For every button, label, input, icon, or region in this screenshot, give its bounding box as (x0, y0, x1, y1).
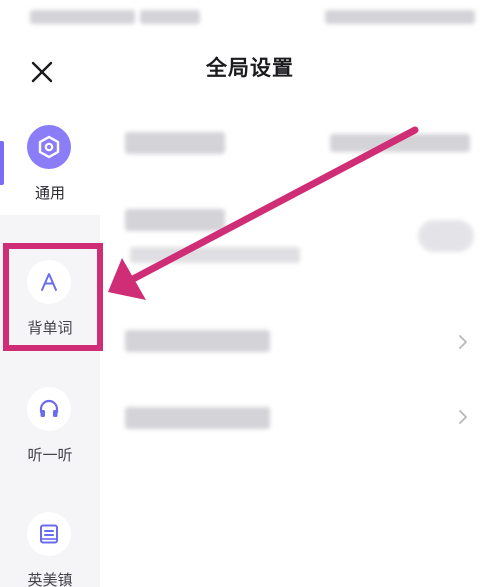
setting-label-blur (125, 330, 270, 352)
book-icon (40, 524, 58, 544)
sidebar-item-general[interactable]: 通用 (0, 105, 100, 215)
settings-hexagon-icon (38, 135, 60, 159)
status-bar (0, 0, 500, 32)
headphones-icon (39, 399, 59, 417)
setting-description-blur (130, 247, 300, 263)
settings-panel (100, 105, 500, 587)
annotation-highlight-box (3, 243, 103, 351)
toggle-switch[interactable] (418, 220, 474, 252)
setting-label-blur (125, 209, 225, 231)
sidebar-item-label: 听一听 (27, 446, 73, 464)
status-bar-info-blur (140, 10, 200, 24)
settings-row[interactable] (100, 310, 500, 370)
settings-row-toggle[interactable] (100, 195, 500, 275)
status-bar-time-blur (30, 10, 135, 24)
sidebar-icon-circle (27, 387, 71, 431)
page-header: 全局设置 (0, 40, 500, 96)
sidebar-item-listening[interactable]: 听一听 (0, 367, 100, 477)
chevron-right-icon (459, 335, 467, 349)
sidebar-item-label: 英美镇 (27, 571, 73, 587)
chevron-right-icon (459, 410, 467, 424)
sidebar-item-town[interactable]: 英美镇 (0, 492, 100, 587)
active-indicator (0, 141, 4, 185)
page-title: 全局设置 (206, 56, 294, 80)
setting-value-blur (330, 134, 470, 152)
sidebar-item-label: 通用 (34, 184, 65, 202)
setting-label-blur (125, 132, 225, 154)
settings-row[interactable] (100, 390, 500, 450)
settings-row[interactable] (100, 115, 500, 175)
sidebar-icon-circle (27, 125, 71, 169)
setting-label-blur (125, 407, 270, 429)
sidebar-icon-circle (27, 512, 71, 556)
status-bar-icons-blur (325, 10, 475, 24)
